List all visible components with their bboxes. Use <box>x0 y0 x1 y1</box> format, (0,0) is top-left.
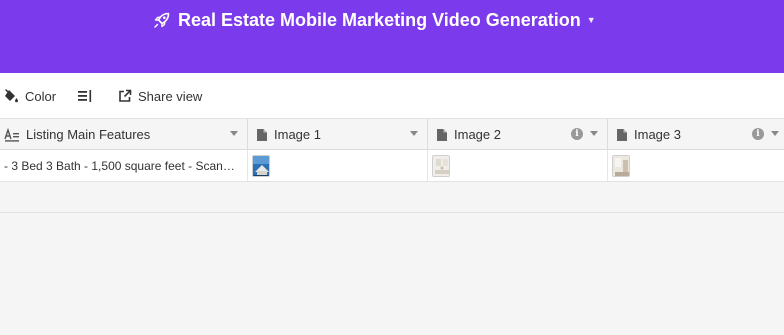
column-menu-arrow-icon[interactable] <box>410 131 418 136</box>
column-header-label: Image 1 <box>274 127 321 142</box>
paint-bucket-icon <box>5 89 18 103</box>
column-header-label: Image 3 <box>634 127 681 142</box>
color-button-label: Color <box>25 88 57 104</box>
info-icon[interactable]: i <box>571 128 583 140</box>
cell-image-1[interactable] <box>248 150 428 181</box>
column-header-listing-main-features[interactable]: Listing Main Features <box>0 119 248 150</box>
table-row[interactable]: - 3 Bed 3 Bath - 1,500 square feet - Sca… <box>0 150 784 182</box>
cell-image-2[interactable] <box>428 150 608 181</box>
column-header-image-2[interactable]: Image 2 i <box>428 119 608 150</box>
interior-thumbnail[interactable] <box>612 154 630 177</box>
view-toolbar: Color Share view <box>0 73 784 118</box>
cell-image-3[interactable] <box>608 150 784 181</box>
add-row-area[interactable] <box>0 182 784 213</box>
column-header-label: Listing Main Features <box>26 127 151 142</box>
column-menu-arrow-icon[interactable] <box>230 131 238 136</box>
column-header-image-1[interactable]: Image 1 <box>248 119 428 150</box>
share-view-button[interactable]: Share view <box>118 86 202 106</box>
attachment-icon <box>436 128 448 142</box>
attachment-icon <box>256 128 268 142</box>
attachment-icon <box>616 128 628 142</box>
column-header-label: Image 2 <box>454 127 501 142</box>
interior-thumbnail[interactable] <box>432 154 450 177</box>
rocket-icon <box>152 10 172 30</box>
column-menu-arrow-icon[interactable] <box>590 131 598 136</box>
base-title-button[interactable]: Real Estate Mobile Marketing Video Gener… <box>152 8 596 32</box>
base-title-text: Real Estate Mobile Marketing Video Gener… <box>178 9 581 30</box>
house-exterior-thumbnail[interactable] <box>252 154 270 177</box>
color-button[interactable]: Color <box>3 86 56 106</box>
row-height-icon <box>78 90 92 102</box>
share-icon <box>119 89 132 102</box>
info-icon[interactable]: i <box>752 128 764 140</box>
column-menu-arrow-icon[interactable] <box>771 131 779 136</box>
cell-listing-main-features[interactable]: - 3 Bed 3 Bath - 1,500 square feet - Sca… <box>0 150 248 181</box>
base-header: Real Estate Mobile Marketing Video Gener… <box>0 0 784 73</box>
cell-text: - 3 Bed 3 Bath - 1,500 square feet - Sca… <box>4 158 247 173</box>
long-text-icon <box>4 127 20 142</box>
column-header-image-3[interactable]: Image 3 i <box>608 119 784 150</box>
chevron-down-icon: ▼ <box>586 15 596 25</box>
grid-header: Listing Main Features Image 1 Image 2 i <box>0 118 784 150</box>
share-view-label: Share view <box>138 88 203 104</box>
row-height-button[interactable] <box>77 86 93 106</box>
